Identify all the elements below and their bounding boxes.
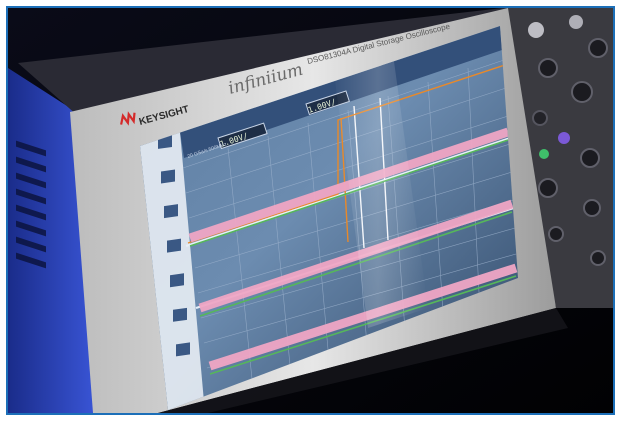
oscilloscope-photo: KEYSIGHT infiniium DSO81304A Digital Sto…	[6, 6, 615, 415]
image-frame: KEYSIGHT infiniium DSO81304A Digital Sto…	[0, 0, 621, 421]
oscilloscope-illustration: KEYSIGHT infiniium DSO81304A Digital Sto…	[8, 8, 613, 413]
